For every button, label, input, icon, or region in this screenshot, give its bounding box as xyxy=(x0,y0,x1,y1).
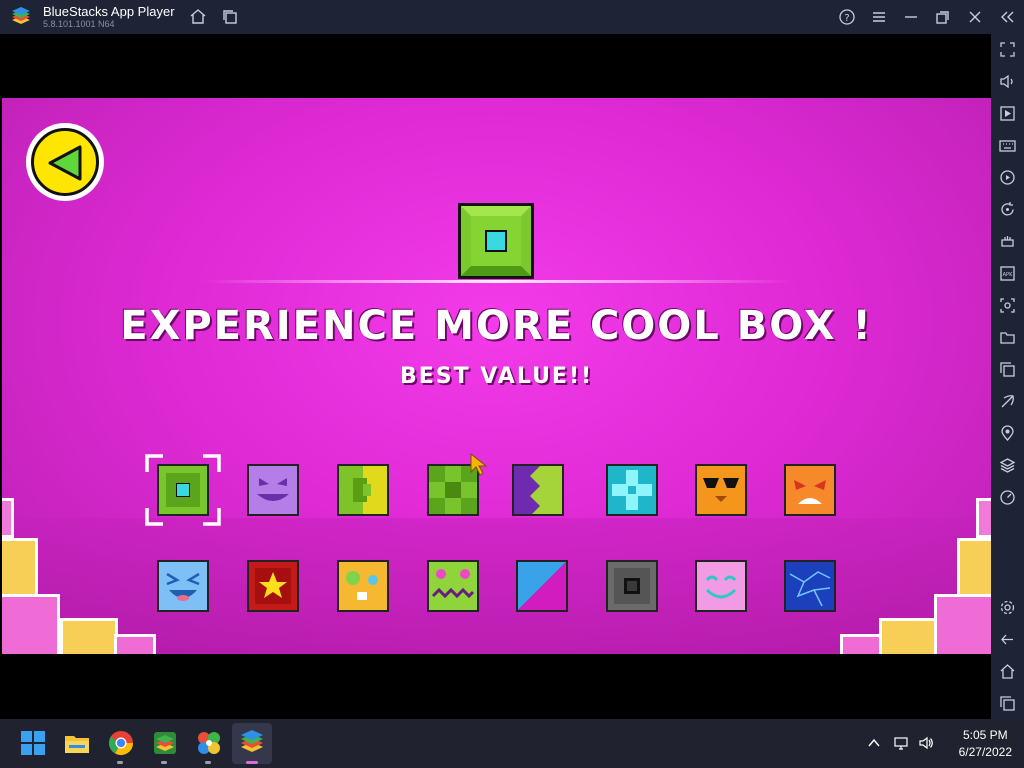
orange-angry-cube[interactable] xyxy=(784,464,836,516)
performance-icon[interactable] xyxy=(999,489,1016,506)
promo-headline: EXPERIENCE MORE COOL BOX ! xyxy=(120,303,873,349)
network-icon[interactable] xyxy=(893,735,909,751)
blue-magenta-split-cube[interactable] xyxy=(516,560,568,612)
back-button[interactable] xyxy=(26,123,104,201)
running-indicator xyxy=(205,761,211,764)
emulator-screen[interactable]: EXPERIENCE MORE COOL BOX ! BEST VALUE!! xyxy=(0,34,991,719)
help-icon[interactable]: ? xyxy=(838,8,856,26)
back-arrow-icon xyxy=(48,145,82,181)
location-icon[interactable] xyxy=(999,425,1016,442)
orange-sunglasses-cube[interactable] xyxy=(695,464,747,516)
home-icon[interactable] xyxy=(189,8,207,26)
windows-taskbar: 5:05 PM 6/27/2022 xyxy=(0,719,1024,768)
clock-time: 5:05 PM xyxy=(962,728,1008,742)
eco-mode-icon[interactable] xyxy=(999,393,1016,410)
menu-icon[interactable] xyxy=(870,8,888,26)
red-star-cube[interactable] xyxy=(247,560,299,612)
stair-block xyxy=(2,498,14,538)
speaker-icon[interactable] xyxy=(918,735,934,751)
window-title: BlueStacks App Player xyxy=(43,4,175,19)
stair-block xyxy=(879,618,937,654)
layers-icon[interactable] xyxy=(999,457,1016,474)
stair-block xyxy=(60,618,118,654)
stair-block xyxy=(957,538,991,598)
macro-icon[interactable] xyxy=(999,169,1016,186)
back-icon[interactable] xyxy=(999,631,1016,648)
stair-block xyxy=(2,538,38,598)
apk-icon[interactable]: APK xyxy=(999,265,1016,282)
stair-block xyxy=(114,634,156,654)
collapse-sidebar-icon[interactable] xyxy=(998,8,1016,26)
yellow-dots-cube[interactable] xyxy=(337,560,389,612)
restore-icon[interactable] xyxy=(934,8,952,26)
mouse-cursor-icon xyxy=(470,453,488,476)
fullscreen-icon[interactable] xyxy=(999,41,1016,58)
svg-text:?: ? xyxy=(844,13,849,24)
folder-icon[interactable] xyxy=(999,329,1016,346)
cyan-cross-cube[interactable] xyxy=(606,464,658,516)
clock-date: 6/27/2022 xyxy=(958,745,1012,759)
screenshot-icon[interactable] xyxy=(999,297,1016,314)
system-clock[interactable]: 5:05 PM 6/27/2022 xyxy=(959,727,1012,761)
minimize-icon[interactable] xyxy=(902,8,920,26)
media-icon[interactable] xyxy=(999,105,1016,122)
back-button-face xyxy=(31,128,99,196)
running-indicator xyxy=(117,761,123,764)
windows-start-icon[interactable] xyxy=(19,729,47,757)
chevron-up-icon[interactable] xyxy=(866,735,882,751)
pink-smile-cube[interactable] xyxy=(695,560,747,612)
svg-text:APK: APK xyxy=(1003,272,1013,278)
multi-instance-icon[interactable] xyxy=(221,8,239,26)
bluestacks-sidebar: APK xyxy=(991,34,1024,719)
stair-block xyxy=(2,594,60,654)
stair-block xyxy=(934,594,991,654)
running-indicator xyxy=(161,761,167,764)
divider-line xyxy=(202,280,792,283)
featured-cube-icon xyxy=(456,201,536,281)
purple-zigzag-cube[interactable] xyxy=(512,464,564,516)
game-shop-screen[interactable]: EXPERIENCE MORE COOL BOX ! BEST VALUE!! xyxy=(2,98,991,654)
settings-icon[interactable] xyxy=(999,599,1016,616)
file-explorer-icon[interactable] xyxy=(63,729,91,757)
pinwheel-app-icon[interactable] xyxy=(195,729,223,757)
game-controls-icon[interactable] xyxy=(999,233,1016,250)
yellow-green-cube[interactable] xyxy=(337,464,389,516)
promo-subline: BEST VALUE!! xyxy=(399,364,594,389)
android-home-icon[interactable] xyxy=(999,663,1016,680)
keyboard-icon[interactable] xyxy=(999,137,1016,154)
app-version: 5.8.101.1001 N64 xyxy=(43,19,115,29)
stair-block xyxy=(976,498,991,538)
recent-apps-icon[interactable] xyxy=(999,695,1016,712)
active-indicator xyxy=(246,761,258,764)
bluestacks-icon[interactable] xyxy=(238,729,266,757)
blue-crack-cube[interactable] xyxy=(784,560,836,612)
stair-block xyxy=(840,634,882,654)
bluestacks-logo-icon xyxy=(10,7,32,27)
green-monster-cube[interactable] xyxy=(427,560,479,612)
green-cyan-cube[interactable] xyxy=(157,464,209,516)
close-icon[interactable] xyxy=(966,8,984,26)
chrome-icon[interactable] xyxy=(107,729,135,757)
title-bar: BlueStacks App Player 5.8.101.1001 N64 ? xyxy=(0,0,1024,34)
blue-happy-cube[interactable] xyxy=(157,560,209,612)
gray-square-cube[interactable] xyxy=(606,560,658,612)
purple-grin-cube[interactable] xyxy=(247,464,299,516)
volume-icon[interactable] xyxy=(999,73,1016,90)
multi-instance-manager-icon[interactable] xyxy=(999,361,1016,378)
bluestacks-store-icon[interactable] xyxy=(151,729,179,757)
rotate-icon[interactable] xyxy=(999,201,1016,218)
